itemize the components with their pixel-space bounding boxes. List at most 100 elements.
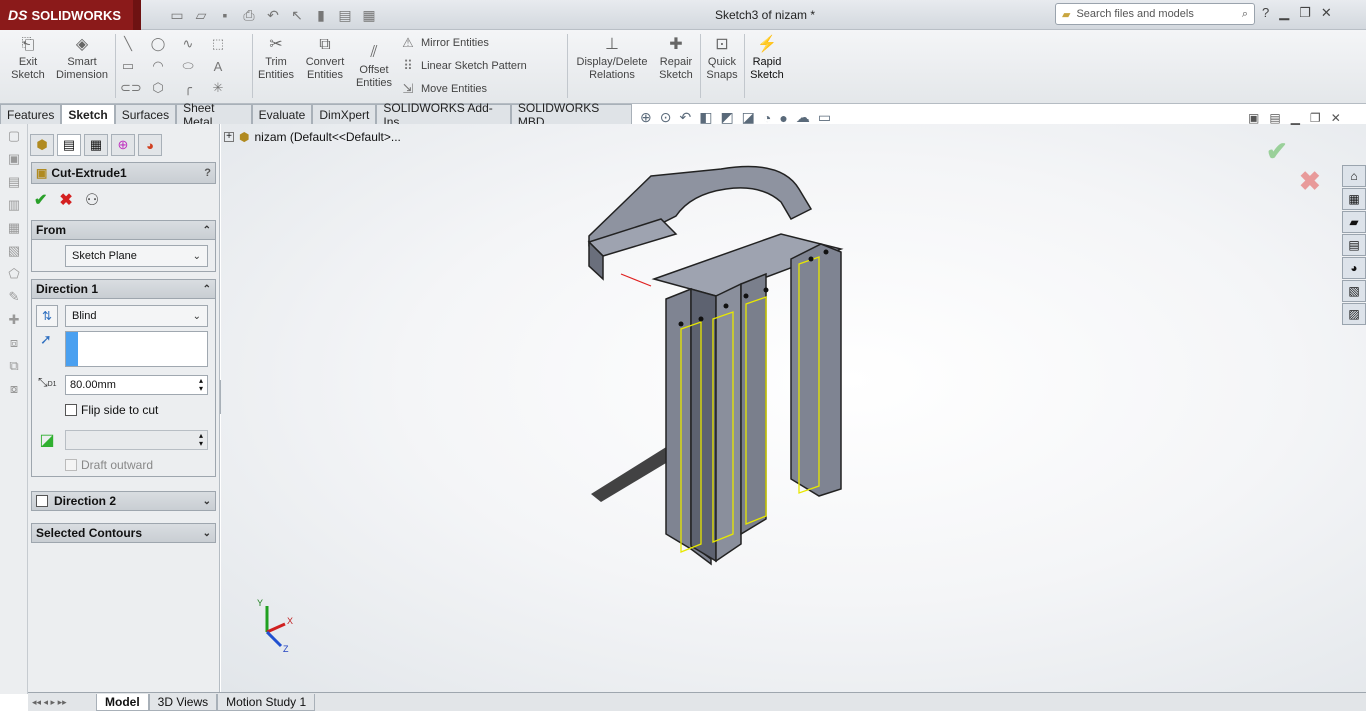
part-model[interactable] xyxy=(587,165,844,566)
selected-contours-header[interactable]: Selected Contours ⌄ xyxy=(31,523,216,543)
ok-icon[interactable]: ✔ xyxy=(34,190,47,210)
draft-angle-input[interactable]: ▴ ▾ xyxy=(65,430,208,450)
forum-icon[interactable]: ▨ xyxy=(1342,303,1366,325)
graphics-area[interactable]: ✔ ✖ Y X Z xyxy=(221,124,1366,692)
slot-icon[interactable]: ⊂⊃ xyxy=(120,80,142,96)
rapid-sketch-button[interactable]: ⚡ Rapid Sketch xyxy=(748,34,786,82)
expand-icon[interactable]: + xyxy=(224,132,234,142)
tab-motion-study-1[interactable]: Motion Study 1 xyxy=(217,693,316,711)
doc-restore-icon[interactable]: ❐ xyxy=(1310,111,1321,125)
design-library-icon[interactable]: ▰ xyxy=(1342,211,1366,233)
direction2-checkbox[interactable] xyxy=(36,495,48,507)
sketch-icon[interactable]: ✎ xyxy=(0,285,28,308)
print-icon[interactable]: ⎙ xyxy=(240,6,258,24)
options-icon[interactable]: ▦ xyxy=(360,6,378,24)
circle-icon[interactable]: ◯ xyxy=(150,36,166,52)
previous-view-icon[interactable]: ↶ xyxy=(679,109,691,126)
text-icon[interactable]: A xyxy=(210,59,226,74)
zoom-to-fit-icon[interactable]: ⊕ xyxy=(640,109,652,126)
preview-icon[interactable]: ⚇ xyxy=(85,190,99,210)
link-view-icon[interactable]: ▤ xyxy=(1269,111,1280,125)
feature-manager-tab[interactable]: ⬢ xyxy=(30,134,54,156)
tab-solidworks-add-ins[interactable]: SOLIDWORKS Add-Ins xyxy=(376,101,511,129)
tab-evaluate[interactable]: Evaluate xyxy=(251,104,313,124)
linear-sketch-pattern-button[interactable]: ⠿ Linear Sketch Pattern xyxy=(400,58,527,74)
zoom-area-icon[interactable]: ⊙ xyxy=(660,109,672,126)
fillet-icon[interactable]: ╭ xyxy=(180,80,196,96)
feature-tree-flyout[interactable]: + ⬢ nizam (Default<<Default>... xyxy=(224,130,401,144)
appearance-icon[interactable]: ● xyxy=(779,110,787,126)
appearances-icon[interactable]: ◕ xyxy=(1342,257,1366,279)
tab-solidworks-mbd[interactable]: SOLIDWORKS MBD xyxy=(510,101,632,129)
display-style-icon[interactable]: ◪ xyxy=(742,109,755,126)
property-manager-tab[interactable]: ▤ xyxy=(57,134,81,156)
end-condition-select[interactable]: Blind ⌄ xyxy=(65,305,208,327)
reverse-direction-icon[interactable]: ⇅ xyxy=(36,305,58,327)
direction-reference-field[interactable] xyxy=(65,331,208,367)
hide-show-icon[interactable]: ◔ xyxy=(763,110,771,126)
doc-close-icon[interactable]: ✕ xyxy=(1331,111,1341,125)
arc-icon[interactable]: ◠ xyxy=(150,58,166,74)
offset-grid-icon[interactable]: ⬚ xyxy=(210,36,226,52)
ellipse-icon[interactable]: ⬭ xyxy=(180,58,196,74)
depth-input[interactable]: 80.00mm ▴ ▾ xyxy=(65,375,208,395)
collapse-icon[interactable]: ⌃ xyxy=(203,225,211,236)
undo-icon[interactable]: ↶ xyxy=(264,6,282,24)
close-icon[interactable]: ✕ xyxy=(1321,5,1332,21)
point-icon[interactable]: ✳ xyxy=(210,80,226,96)
copy-icon[interactable]: ⧉ xyxy=(0,354,28,377)
trim-entities-button[interactable]: ✂ Trim Entities xyxy=(256,34,296,82)
rebuild-icon[interactable]: ▮ xyxy=(312,6,330,24)
move-entities-button[interactable]: ⇲ Move Entities xyxy=(400,81,487,97)
draft-outward-checkbox[interactable]: Draft outward xyxy=(65,458,153,472)
restore-icon[interactable]: ❐ xyxy=(1299,5,1311,21)
checkbox-icon[interactable] xyxy=(65,404,77,416)
line-icon[interactable]: ╲ xyxy=(120,36,136,52)
instant-icon[interactable]: ⧈ xyxy=(0,331,28,354)
confirm-ok-icon[interactable]: ✔ xyxy=(1266,136,1288,167)
direction1-section-header[interactable]: Direction 1 ⌃ xyxy=(31,279,216,299)
extrude-icon[interactable]: ▢ xyxy=(0,124,28,147)
help-icon[interactable]: ? xyxy=(1262,5,1269,21)
sweep-icon[interactable]: ▤ xyxy=(0,170,28,193)
tab-surfaces[interactable]: Surfaces xyxy=(114,104,177,124)
polygon-icon[interactable]: ⬡ xyxy=(150,80,166,96)
offset-entities-button[interactable]: ⫽ Offset Entities xyxy=(352,42,396,90)
confirm-cancel-icon[interactable]: ✖ xyxy=(1299,166,1321,197)
open-icon[interactable]: ▱ xyxy=(192,6,210,24)
cancel-icon[interactable]: ✖ xyxy=(59,190,72,210)
split-view-icon[interactable]: ▣ xyxy=(1248,111,1259,125)
solidworks-logo[interactable]: DS SOLIDWORKS xyxy=(0,0,133,30)
section-view-icon[interactable]: ◧ xyxy=(699,109,712,126)
file-properties-icon[interactable]: ▤ xyxy=(336,6,354,24)
scene-icon[interactable]: ☁ xyxy=(796,109,810,126)
dimxpert-manager-tab[interactable]: ⊕ xyxy=(111,134,135,156)
expand-icon[interactable]: ⌄ xyxy=(203,528,211,539)
collapse-icon[interactable]: ⌃ xyxy=(203,284,211,295)
view-settings-icon[interactable]: ▭ xyxy=(818,109,831,126)
repair-sketch-button[interactable]: ✚ Repair Sketch xyxy=(656,34,696,82)
repair-icon[interactable]: ✚ xyxy=(0,308,28,331)
direction2-section-header[interactable]: Direction 2 ⌄ xyxy=(31,491,216,511)
spline-icon[interactable]: ∿ xyxy=(180,36,196,52)
spinner-icon[interactable]: ▴ ▾ xyxy=(199,377,203,393)
search-box[interactable]: ▰ Search files and models ⌕ xyxy=(1055,3,1255,25)
convert-entities-button[interactable]: ⧉ Convert Entities xyxy=(302,34,348,82)
doc-minimize-icon[interactable]: ▁ xyxy=(1291,111,1300,125)
loft-icon[interactable]: ▥ xyxy=(0,193,28,216)
help-icon[interactable]: ? xyxy=(204,167,211,179)
mirror-entities-button[interactable]: ⚠ Mirror Entities xyxy=(400,35,489,51)
shell-icon[interactable]: ⬠ xyxy=(0,262,28,285)
rectangle-icon[interactable]: ▭ xyxy=(120,58,136,74)
menu-arrow-icon[interactable] xyxy=(133,0,141,30)
save-icon[interactable]: ▪ xyxy=(216,6,234,24)
minimize-icon[interactable]: ▁ xyxy=(1279,5,1289,21)
cut-icon[interactable]: ▧ xyxy=(0,239,28,262)
search-input[interactable]: Search files and models xyxy=(1076,8,1235,20)
custom-properties-icon[interactable]: ▧ xyxy=(1342,280,1366,302)
tab-model[interactable]: Model xyxy=(96,693,149,711)
search-icon[interactable]: ⌕ xyxy=(1242,8,1248,21)
boundary-icon[interactable]: ▦ xyxy=(0,216,28,239)
quick-snaps-button[interactable]: ⊡ Quick Snaps xyxy=(703,34,741,82)
draft-icon[interactable]: ◪ xyxy=(36,429,58,451)
